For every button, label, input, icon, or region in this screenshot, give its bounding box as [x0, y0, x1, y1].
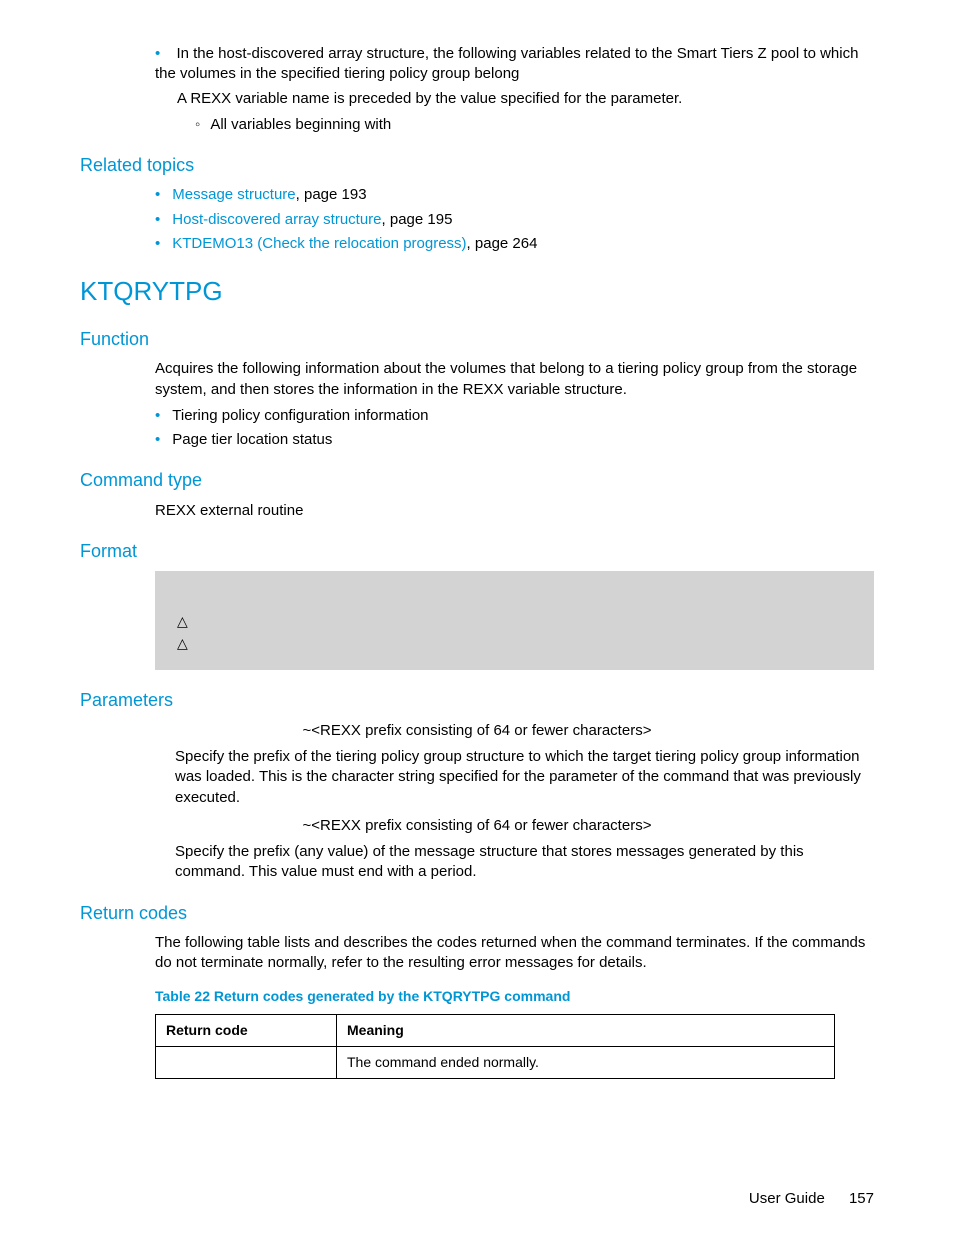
param2-def: ~<REXX prefix consisting of 64 or fewer …	[155, 816, 799, 836]
page-number: 157	[849, 1190, 874, 1207]
td-code	[156, 1047, 337, 1079]
table-row: The command ended normally.	[156, 1047, 835, 1079]
list-item: Host-discovered array structure, page 19…	[155, 210, 874, 230]
footer-label: User Guide	[749, 1190, 825, 1207]
sub-list: All variables beginning with	[195, 115, 874, 135]
list-text: In the host-discovered array structure, …	[155, 45, 858, 82]
param1-def: ~<REXX prefix consisting of 64 or fewer …	[155, 721, 799, 741]
th-meaning: Meaning	[337, 1015, 835, 1047]
table-header-row: Return code Meaning	[156, 1015, 835, 1047]
command-type-heading: Command type	[80, 468, 874, 492]
function-text: Acquires the following information about…	[155, 359, 874, 400]
link-ktdemo13[interactable]: KTDEMO13 (Check the relocation progress)	[172, 235, 466, 252]
link-host-discovered-array[interactable]: Host-discovered array structure	[172, 211, 381, 228]
return-codes-heading: Return codes	[80, 901, 874, 925]
return-codes-table: Return code Meaning The command ended no…	[155, 1014, 835, 1079]
format-heading: Format	[80, 539, 874, 563]
param1-text: Specify the prefix of the tiering policy…	[175, 747, 874, 808]
link-message-structure[interactable]: Message structure	[172, 186, 295, 203]
command-type-text: REXX external routine	[155, 501, 874, 521]
parameters-heading: Parameters	[80, 688, 874, 712]
list-continuation: A REXX variable name is preceded by the …	[177, 89, 874, 109]
param2-text: Specify the prefix (any value) of the me…	[175, 842, 874, 883]
list-item: All variables beginning with	[195, 115, 874, 135]
list-item: KTDEMO13 (Check the relocation progress)…	[155, 234, 874, 254]
function-heading: Function	[80, 327, 874, 351]
return-codes-text: The following table lists and describes …	[155, 933, 874, 974]
function-bullets: Tiering policy configuration information…	[155, 406, 874, 451]
list-item: In the host-discovered array structure, …	[155, 44, 874, 135]
list-item: Message structure, page 193	[155, 185, 874, 205]
list-item: Page tier location status	[155, 430, 874, 450]
table-caption: Table 22 Return codes generated by the K…	[155, 987, 874, 1006]
th-return-code: Return code	[156, 1015, 337, 1047]
page-footer: User Guide 157	[80, 1189, 874, 1209]
related-topics-heading: Related topics	[80, 153, 874, 177]
list-item: Tiering policy configuration information	[155, 406, 874, 426]
format-block: △ △	[155, 571, 874, 670]
td-meaning: The command ended normally.	[337, 1047, 835, 1079]
related-topics-list: Message structure, page 193 Host-discove…	[155, 185, 874, 254]
command-title: KTQRYTPG	[80, 274, 874, 309]
top-bullet-list: In the host-discovered array structure, …	[155, 44, 874, 135]
